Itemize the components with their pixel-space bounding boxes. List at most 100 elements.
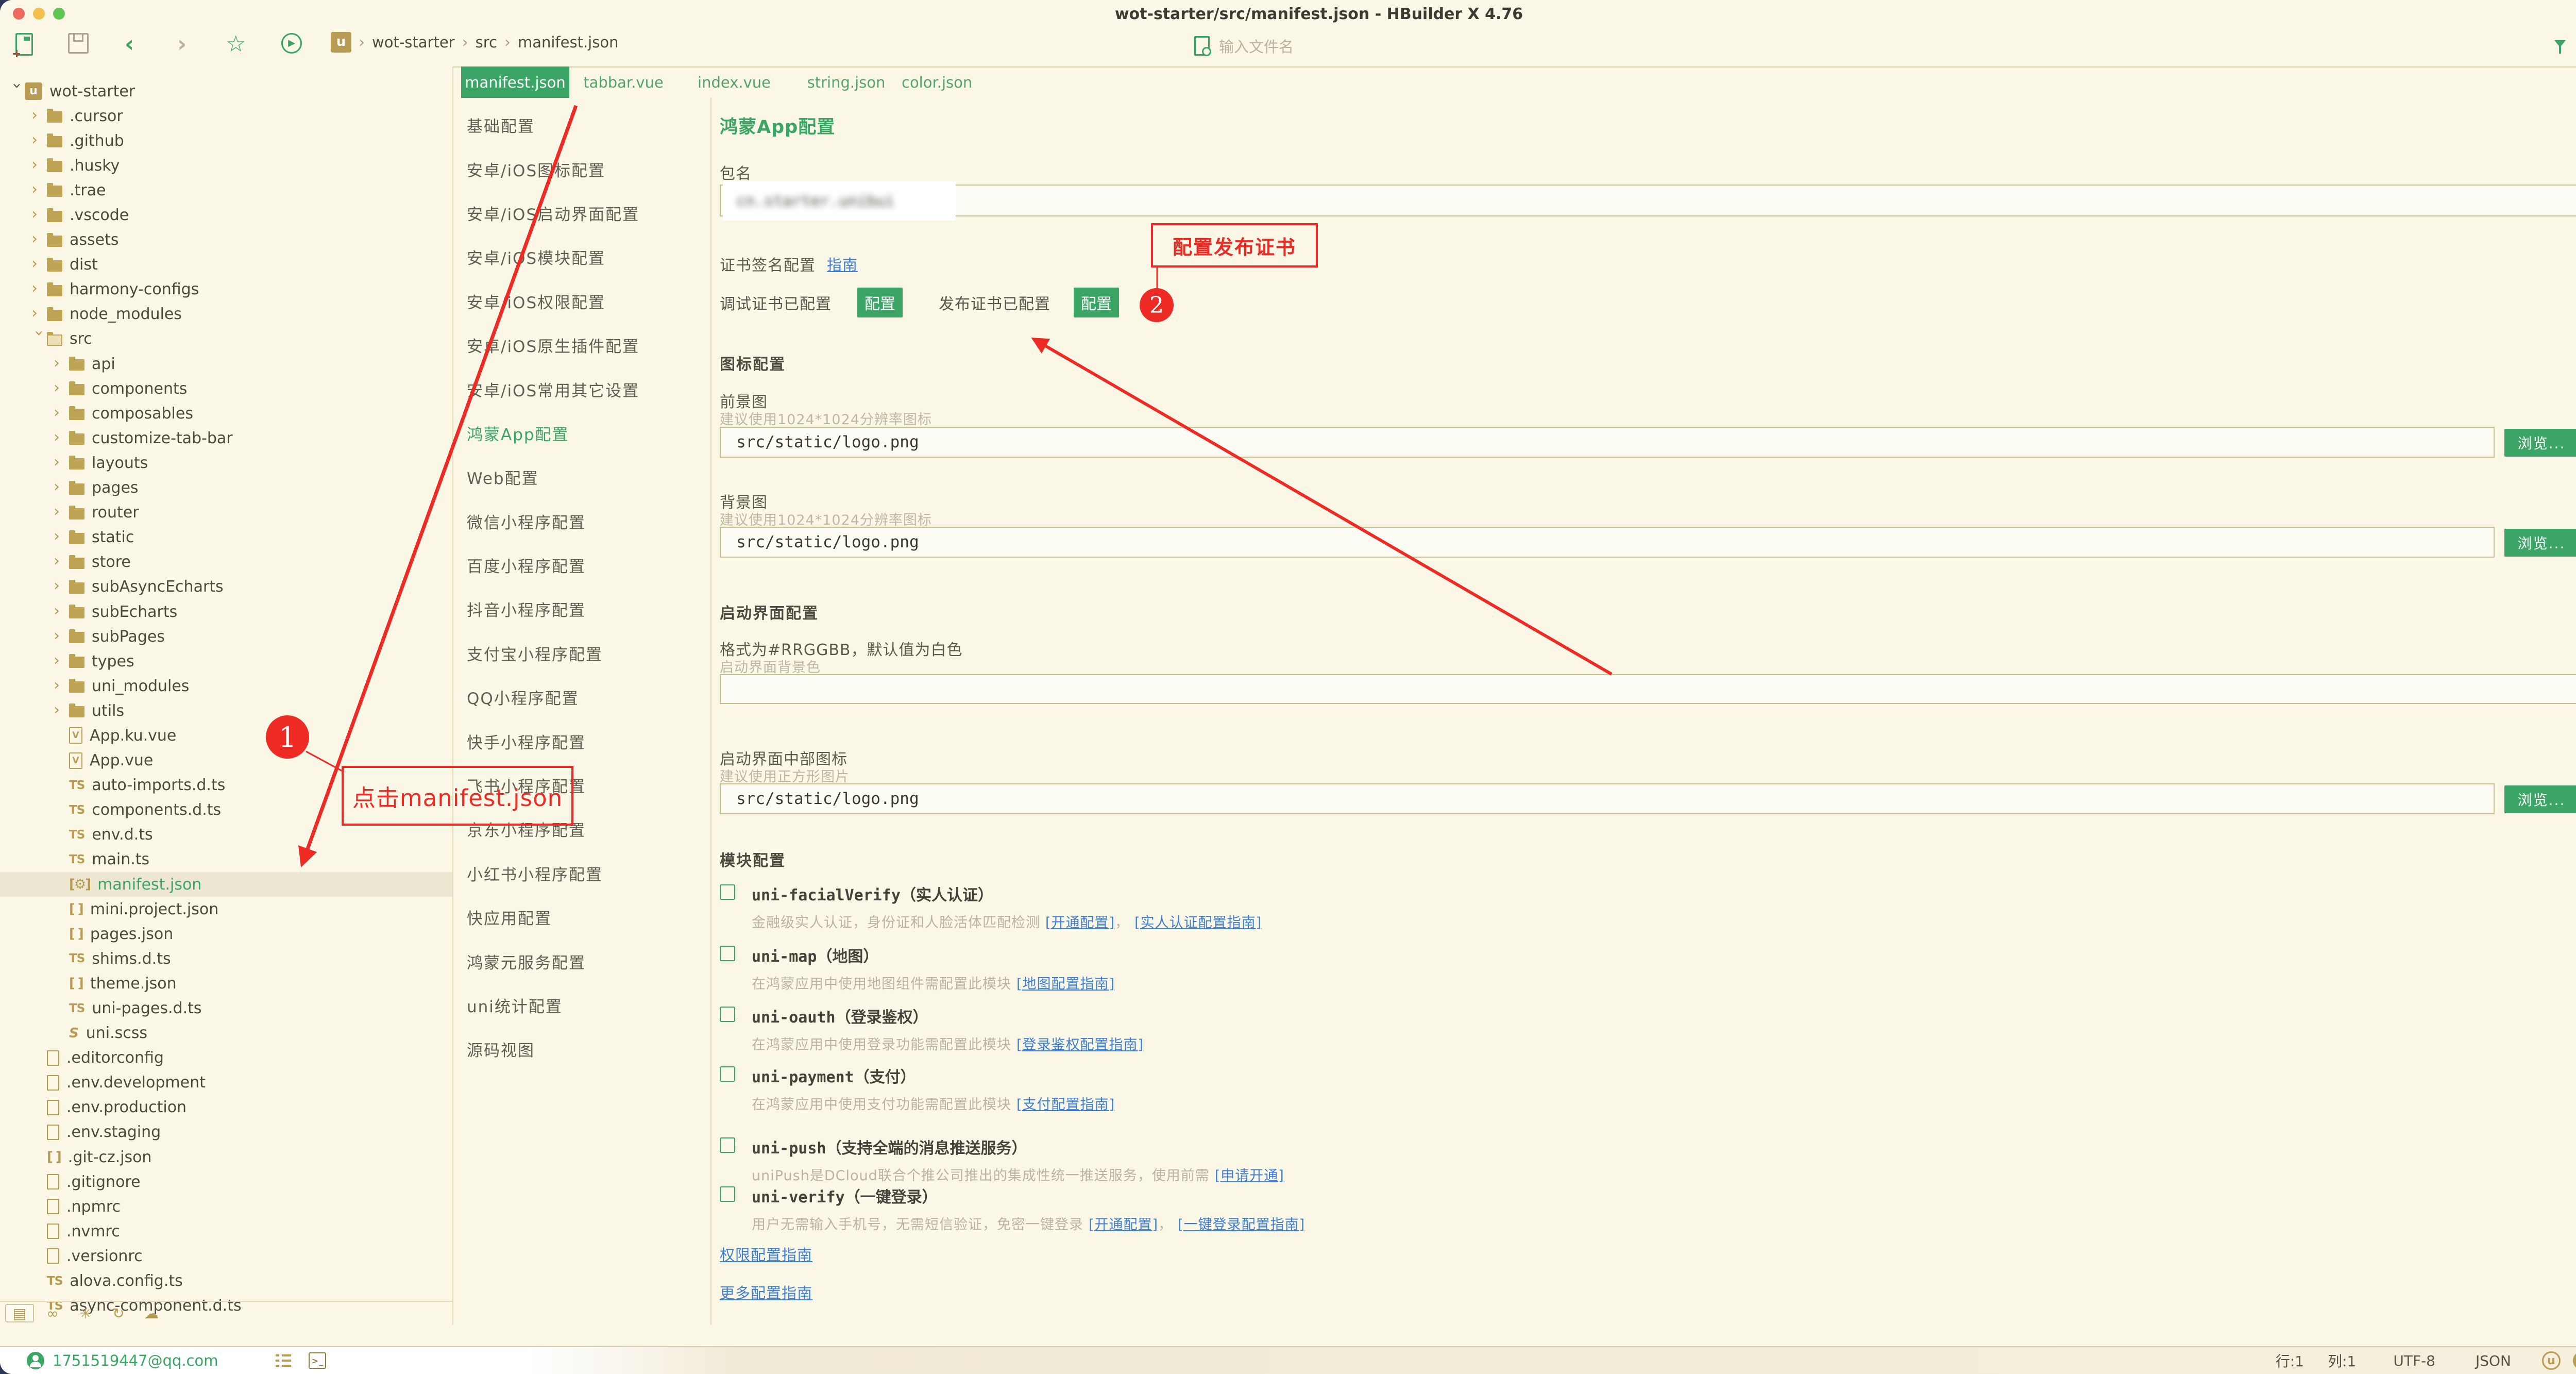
tree-item[interactable]: › types bbox=[0, 649, 452, 674]
splash-icon-path-input[interactable]: src/static/logo.png bbox=[720, 783, 2495, 814]
tree-item[interactable]: › .editorconfig bbox=[0, 1046, 452, 1070]
tree-item[interactable]: › subEcharts bbox=[0, 599, 452, 624]
tree-item[interactable]: › [ ] .git-cz.json bbox=[0, 1145, 452, 1169]
config-menu-item[interactable]: 安卓/iOS权限配置 bbox=[454, 279, 710, 323]
breadcrumb-item[interactable]: › src bbox=[455, 33, 497, 52]
chevron-right-icon[interactable]: › bbox=[8, 82, 26, 98]
background-browse-button[interactable]: 浏览... bbox=[2504, 529, 2576, 557]
config-menu-item[interactable]: 飞书小程序配置 bbox=[454, 763, 710, 807]
debug-panel-icon[interactable]: ✳ bbox=[69, 1305, 102, 1322]
tree-item[interactable]: › [⚙] manifest.json bbox=[0, 872, 452, 897]
tree-item[interactable]: › V App.vue bbox=[0, 748, 452, 773]
chevron-right-icon[interactable]: › bbox=[54, 428, 69, 446]
chevron-right-icon[interactable]: › bbox=[54, 478, 69, 496]
terminal-icon[interactable]: >_ bbox=[309, 1352, 326, 1369]
uni-chat-icon[interactable]: u bbox=[2542, 1351, 2561, 1370]
chevron-right-icon[interactable]: › bbox=[54, 502, 69, 521]
chevron-right-icon[interactable]: › bbox=[31, 131, 47, 149]
chevron-right-icon[interactable]: › bbox=[54, 453, 69, 471]
tree-item[interactable]: › TS uni-pages.d.ts bbox=[0, 996, 452, 1020]
tree-item[interactable]: › dist bbox=[0, 253, 452, 277]
tree-item[interactable]: › V App.ku.vue bbox=[0, 723, 452, 748]
foreground-path-input[interactable]: src/static/logo.png bbox=[720, 427, 2495, 458]
tree-item[interactable]: › .env.staging bbox=[0, 1120, 452, 1145]
tree-item[interactable]: › .nvmrc bbox=[0, 1219, 452, 1244]
tree-item[interactable]: › .versionrc bbox=[0, 1244, 452, 1268]
chevron-right-icon[interactable]: › bbox=[31, 304, 47, 322]
tree-item[interactable]: › .cursor bbox=[0, 104, 452, 128]
tree-item[interactable]: › TS shims.d.ts bbox=[0, 946, 452, 971]
tree-item[interactable]: › store bbox=[0, 550, 452, 575]
config-menu-item[interactable]: 支付宝小程序配置 bbox=[454, 631, 710, 675]
chevron-right-icon[interactable]: › bbox=[54, 404, 69, 422]
config-menu-item[interactable]: 快应用配置 bbox=[454, 895, 710, 939]
chevron-right-icon[interactable]: › bbox=[30, 330, 48, 346]
tree-item[interactable]: › src bbox=[0, 327, 452, 351]
tree-item[interactable]: › TS auto-imports.d.ts bbox=[0, 773, 452, 798]
account-avatar-icon[interactable] bbox=[27, 1352, 44, 1369]
config-menu-item[interactable]: 京东小程序配置 bbox=[454, 807, 710, 851]
tree-item[interactable]: › [ ] theme.json bbox=[0, 971, 452, 996]
tree-item[interactable]: › TS env.d.ts bbox=[0, 823, 452, 847]
tree-item[interactable]: › .husky bbox=[0, 153, 452, 178]
module-link[interactable]: [地图配置指南] bbox=[1016, 976, 1115, 992]
config-menu-item[interactable]: 源码视图 bbox=[454, 1027, 710, 1071]
chevron-right-icon[interactable]: › bbox=[54, 354, 69, 372]
breadcrumb-item[interactable]: › manifest.json bbox=[497, 33, 619, 52]
tree-item[interactable]: › [ ] pages.json bbox=[0, 921, 452, 946]
tree-item[interactable]: › .env.development bbox=[0, 1070, 452, 1095]
tree-item[interactable]: › node_modules bbox=[0, 302, 452, 327]
package-name-input[interactable]: cn.starter.unibui bbox=[720, 185, 2576, 216]
tree-item[interactable]: › layouts bbox=[0, 450, 452, 475]
tree-item[interactable]: › .trae bbox=[0, 178, 452, 203]
tree-item[interactable]: › u wot-starter bbox=[0, 79, 452, 104]
module-checkbox[interactable] bbox=[720, 884, 735, 900]
config-menu-item[interactable]: QQ小程序配置 bbox=[454, 675, 710, 719]
config-menu-item[interactable]: 安卓/iOS模块配置 bbox=[454, 235, 710, 279]
filter-funnel-icon[interactable] bbox=[2554, 40, 2566, 47]
config-menu-item[interactable]: 小红书小程序配置 bbox=[454, 851, 710, 895]
tree-item[interactable]: › subPages bbox=[0, 624, 452, 649]
editor-tab[interactable]: string.json bbox=[791, 66, 902, 98]
files-panel-icon[interactable]: ▤ bbox=[5, 1304, 34, 1322]
config-menu-item[interactable]: 百度小程序配置 bbox=[454, 543, 710, 587]
module-link[interactable]: [开通配置] bbox=[1045, 915, 1115, 931]
config-menu-item[interactable]: 安卓/iOS图标配置 bbox=[454, 147, 710, 191]
breadcrumb-item[interactable]: › wot-starter bbox=[351, 33, 455, 52]
run-icon[interactable]: ▶ bbox=[281, 33, 302, 54]
module-checkbox[interactable] bbox=[720, 1007, 735, 1022]
chevron-right-icon[interactable]: › bbox=[54, 701, 69, 719]
tree-item[interactable]: › .gitignore bbox=[0, 1169, 452, 1194]
tree-item[interactable]: › customize-tab-bar bbox=[0, 426, 452, 450]
cloud-panel-icon[interactable]: ☁ bbox=[135, 1305, 168, 1322]
permission-guide-link[interactable]: 权限配置指南 bbox=[720, 1243, 812, 1265]
config-menu-item[interactable]: 抖音小程序配置 bbox=[454, 587, 710, 631]
search-panel-icon[interactable]: ∞ bbox=[36, 1305, 69, 1322]
chevron-right-icon[interactable]: › bbox=[31, 180, 47, 198]
config-menu-item[interactable]: uni统计配置 bbox=[454, 983, 710, 1027]
tree-item[interactable]: › TS components.d.ts bbox=[0, 798, 452, 823]
tree-item[interactable]: › composables bbox=[0, 401, 452, 426]
chevron-right-icon[interactable]: › bbox=[54, 379, 69, 397]
cert-guide-link[interactable]: 指南 bbox=[827, 253, 858, 275]
editor-tab[interactable]: color.json bbox=[902, 66, 972, 98]
config-menu-item[interactable]: Web配置 bbox=[454, 455, 710, 499]
module-link[interactable]: [支付配置指南] bbox=[1016, 1097, 1115, 1113]
more-config-guide-link[interactable]: 更多配置指南 bbox=[720, 1281, 812, 1303]
foreground-browse-button[interactable]: 浏览... bbox=[2504, 429, 2576, 457]
chevron-right-icon[interactable]: › bbox=[31, 230, 47, 248]
module-link[interactable]: [开通配置] bbox=[1089, 1217, 1158, 1233]
tree-item[interactable]: › .env.production bbox=[0, 1095, 452, 1120]
module-checkbox[interactable] bbox=[720, 946, 735, 961]
refresh-panel-icon[interactable]: ↻ bbox=[102, 1305, 135, 1322]
module-link[interactable]: [申请开通] bbox=[1215, 1168, 1284, 1184]
module-link[interactable]: [一键登录配置指南] bbox=[1178, 1217, 1305, 1233]
chevron-right-icon[interactable]: › bbox=[31, 106, 47, 124]
tree-item[interactable]: › harmony-configs bbox=[0, 277, 452, 302]
tree-item[interactable]: › utils bbox=[0, 698, 452, 723]
new-file-icon[interactable] bbox=[15, 33, 33, 56]
file-search-input[interactable]: 输入文件名 bbox=[1194, 35, 1294, 57]
chevron-right-icon[interactable]: › bbox=[31, 255, 47, 273]
forward-icon[interactable]: › bbox=[177, 31, 187, 57]
tree-item[interactable]: › components bbox=[0, 376, 452, 401]
